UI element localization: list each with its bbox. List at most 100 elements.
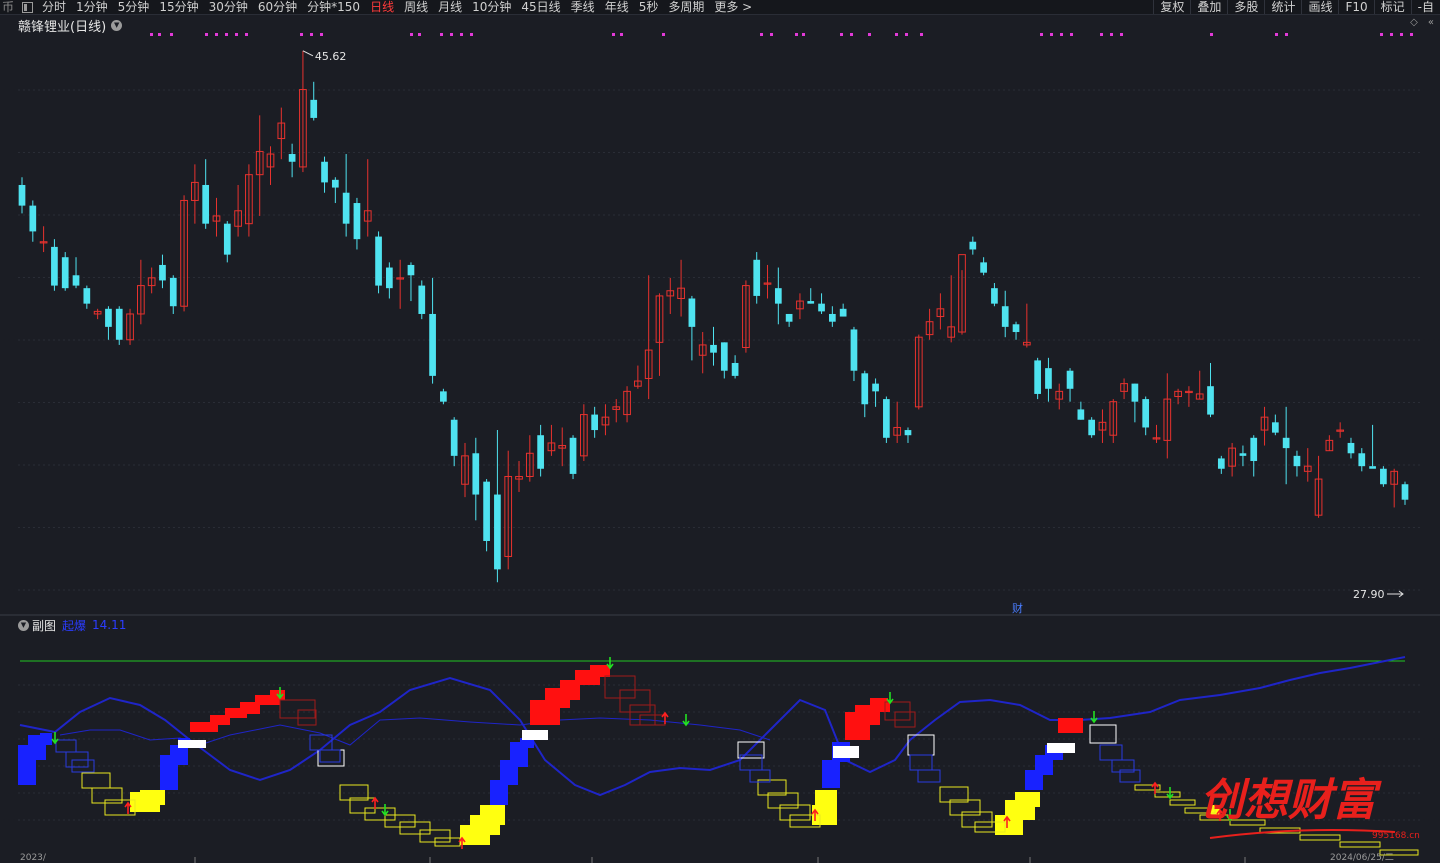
event-dot	[245, 33, 248, 36]
axis-date-left: 2023/	[20, 853, 46, 863]
candle-body-down	[1012, 324, 1020, 333]
candle-body-down	[72, 275, 80, 286]
event-dot	[300, 33, 303, 36]
signal-block-red	[590, 665, 610, 677]
candle-body-down	[29, 205, 37, 232]
signal-block-yellow	[1015, 792, 1040, 807]
event-dot	[1050, 33, 1053, 36]
signal-block-white	[178, 740, 206, 748]
axis-date-right: 2024/06/25/二	[1330, 853, 1394, 863]
candle-body-down	[407, 264, 415, 276]
signal-box-blue	[917, 769, 941, 783]
candle-body-down	[202, 184, 210, 224]
candle-body-down	[1401, 484, 1409, 500]
event-dot	[418, 33, 421, 36]
event-dot	[1390, 33, 1393, 36]
indicator-name[interactable]: 起爆	[62, 617, 86, 634]
candle-body-down	[1001, 306, 1009, 327]
candle-body-down	[386, 267, 393, 289]
event-dot	[450, 33, 453, 36]
event-dot	[1285, 33, 1288, 36]
chevron-down-icon[interactable]: ▼	[18, 619, 29, 631]
low-pointer	[1387, 590, 1404, 598]
candle-body-down	[353, 203, 361, 240]
event-dot	[460, 33, 463, 36]
signal-block-blue	[40, 733, 52, 745]
candle-body-down	[115, 308, 123, 340]
event-dot	[205, 33, 208, 36]
candle-body-down	[710, 344, 717, 353]
candle-body-down	[223, 223, 231, 255]
event-dot	[215, 33, 218, 36]
event-dot	[158, 33, 161, 36]
event-dot	[920, 33, 923, 36]
candle-body-down	[904, 430, 912, 436]
event-dot	[1070, 33, 1073, 36]
candle-body-down	[720, 342, 728, 371]
candle-body-down	[731, 362, 739, 376]
event-dot	[310, 33, 313, 36]
candle-body-down	[450, 419, 458, 456]
event-dot	[150, 33, 153, 36]
arrow-down-green	[682, 714, 690, 727]
event-dot	[620, 33, 623, 36]
candle-body-down	[1369, 466, 1376, 469]
signal-box-yellow	[1299, 834, 1341, 841]
finance-marker: 财	[1012, 601, 1023, 615]
event-dot	[1120, 33, 1123, 36]
candle-body-down	[472, 453, 480, 495]
event-dot	[1210, 33, 1213, 36]
candle-body-down	[61, 257, 69, 289]
candle-body-down	[1045, 368, 1052, 389]
arrow-up-red	[371, 796, 379, 809]
event-dot	[1060, 33, 1063, 36]
signal-box-yellow	[81, 772, 111, 789]
candle-body-down	[1207, 386, 1214, 415]
candle-body-down	[310, 99, 318, 118]
candle-body-down	[818, 303, 825, 312]
candle-body-down	[342, 192, 350, 224]
signal-block-yellow	[815, 790, 837, 815]
candle-body-down	[375, 236, 382, 286]
low-price-label: 27.90	[1353, 588, 1385, 601]
event-dot	[802, 33, 805, 36]
signal-block-white	[1047, 743, 1075, 753]
candle-body-down	[1217, 458, 1225, 469]
signal-box-yellow	[91, 787, 123, 804]
candle-body-down	[18, 184, 26, 206]
candle-body-down	[969, 241, 977, 250]
event-dot	[760, 33, 763, 36]
event-dot	[612, 33, 615, 36]
event-dot	[440, 33, 443, 36]
candle-body-down	[321, 161, 328, 183]
candle-body-down	[105, 308, 112, 327]
candle-body-down	[688, 298, 696, 327]
candle-body-down	[83, 288, 91, 304]
event-dot	[320, 33, 323, 36]
candle-body-down	[883, 399, 890, 438]
signal-block-blue	[822, 760, 840, 788]
event-dot	[840, 33, 843, 36]
watermark-site: 995168.cn	[1372, 831, 1420, 841]
arrow-down-green	[381, 804, 389, 817]
event-dot	[235, 33, 238, 36]
kline-chart[interactable]: 45.62 27.90 财 创想财富 995168.cn	[0, 0, 1440, 863]
candle-body-down	[839, 308, 847, 317]
arrow-down-green	[606, 657, 614, 670]
watermark-text: 创想财富	[1200, 775, 1382, 826]
candle-body-down	[861, 373, 869, 405]
signal-box-yellow	[961, 811, 993, 828]
signal-block-red	[1058, 718, 1083, 733]
event-dot	[225, 33, 228, 36]
arrow-down-green	[51, 732, 59, 745]
candle-body-down	[440, 391, 447, 402]
event-dot	[795, 33, 798, 36]
event-dot	[662, 33, 665, 36]
high-price-label: 45.62	[315, 50, 347, 63]
event-dot	[170, 33, 173, 36]
candle-body-down	[1282, 437, 1290, 449]
signal-box-white	[1089, 724, 1117, 744]
signal-box-blue	[319, 749, 341, 763]
candle-body-down	[569, 437, 577, 474]
candle-body-down	[1066, 370, 1074, 389]
